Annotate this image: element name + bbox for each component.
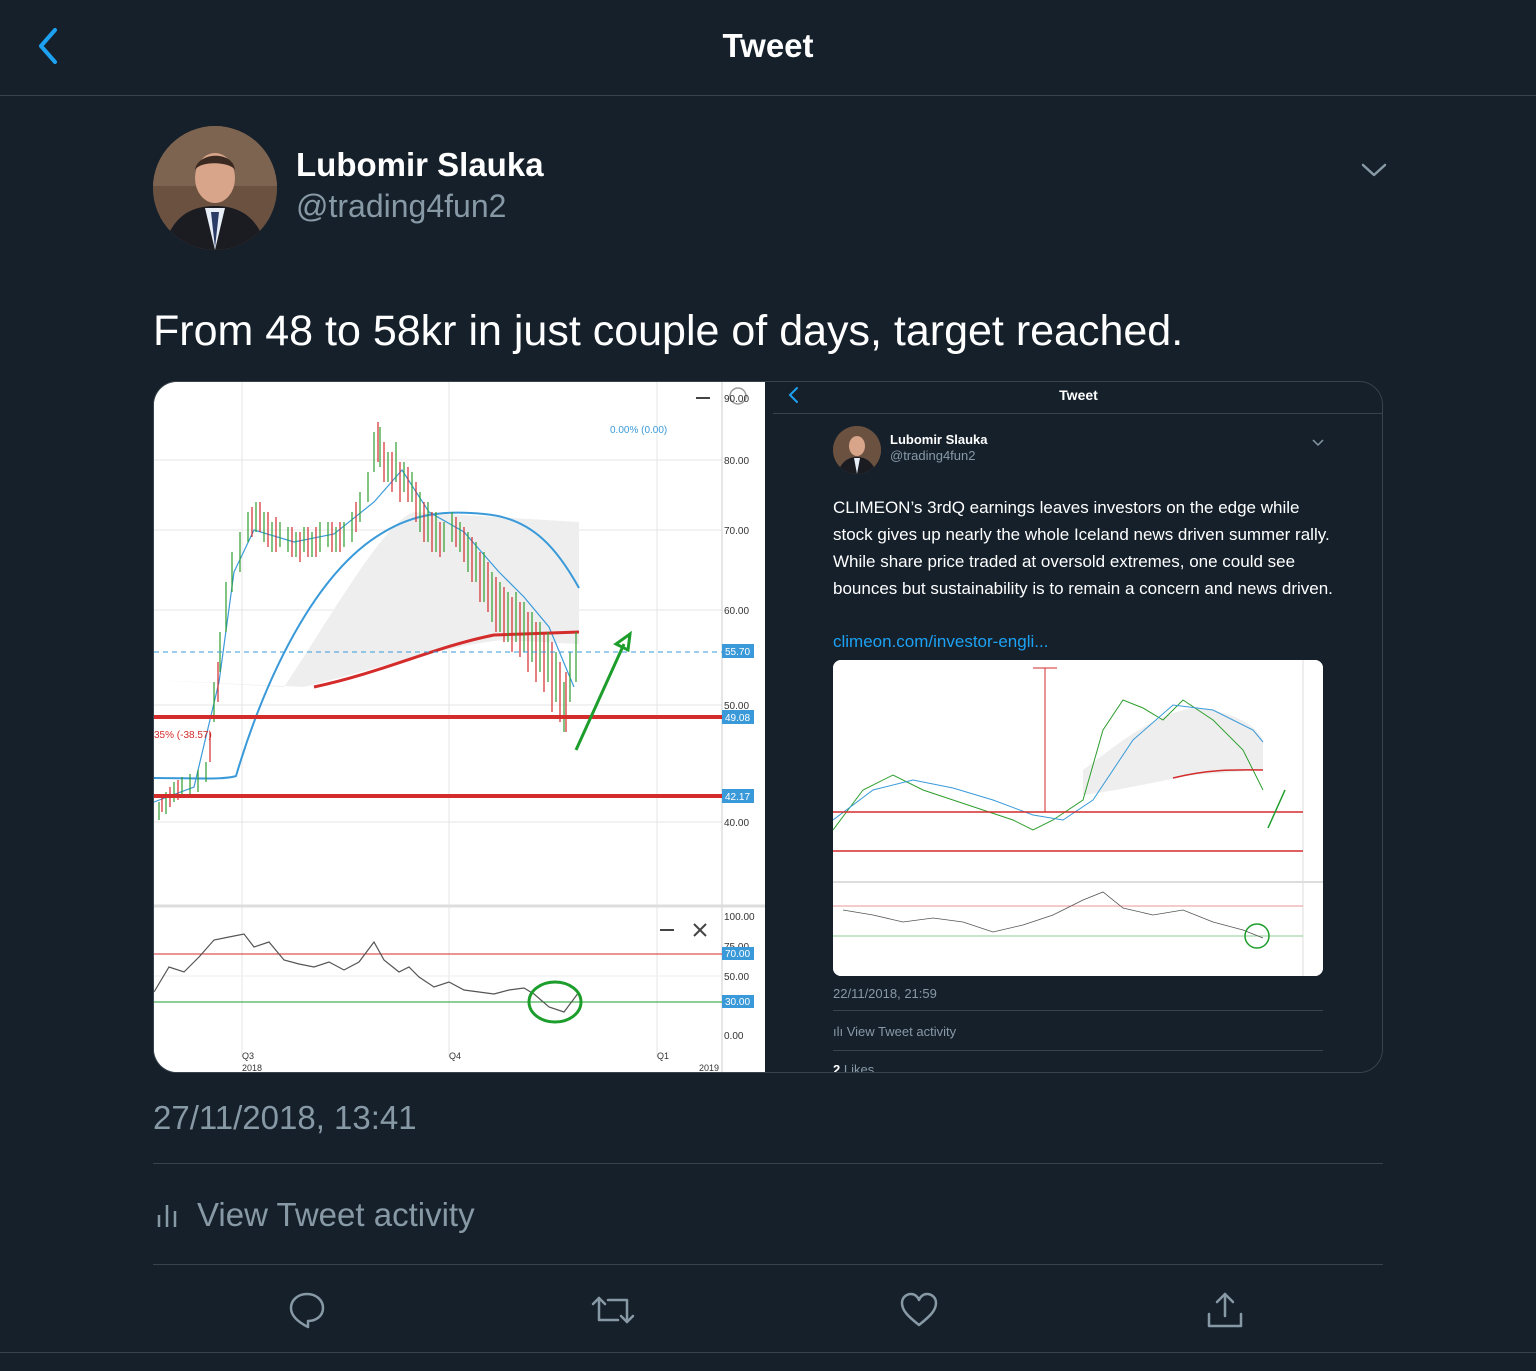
page-title: Tweet <box>722 27 814 64</box>
x-tick: Q1 <box>657 1051 669 1061</box>
nested-date: 22/11/2018, 21:59 <box>833 986 937 1001</box>
rsi-tag: 30.00 <box>725 997 750 1008</box>
bar-chart-icon <box>157 1205 177 1227</box>
price-tag: 55.70 <box>725 647 750 658</box>
chart-top-label: 0.00% (0.00) <box>610 425 667 436</box>
tweet-timestamp: 27/11/2018, 13:41 <box>153 1099 417 1136</box>
activity-label: View Tweet activity <box>197 1196 475 1233</box>
top-bar: Tweet <box>0 0 1536 96</box>
rsi-tick: 50.00 <box>724 972 749 983</box>
share-icon <box>1207 1292 1243 1328</box>
nested-top-bar: Tweet <box>773 382 1382 414</box>
divider <box>153 1264 1383 1265</box>
nested-likes: 2 Likes <box>833 1062 875 1073</box>
nested-activity-label: View Tweet activity <box>846 1024 957 1039</box>
price-tag: 49.08 <box>725 713 750 724</box>
profile-photo <box>153 126 277 250</box>
retweet-button[interactable] <box>583 1280 643 1340</box>
retweet-icon <box>591 1296 635 1324</box>
nested-author-name: Lubomir Slauka <box>890 432 988 447</box>
y-tick: 40.00 <box>724 818 749 829</box>
x-tick: Q4 <box>449 1051 461 1061</box>
nested-divider <box>833 1050 1323 1051</box>
like-button[interactable] <box>889 1280 949 1340</box>
divider <box>153 1163 1383 1164</box>
view-tweet-activity-button[interactable]: View Tweet activity <box>153 1190 475 1240</box>
more-options-button[interactable] <box>1352 150 1396 190</box>
media-image-chart[interactable]: 0.00% (0.00) 35% (-38.57) 90.00 80.00 70… <box>154 382 765 1073</box>
heart-icon <box>900 1292 938 1327</box>
nested-likes-label: Likes <box>843 1062 875 1073</box>
avatar[interactable] <box>153 126 277 250</box>
bar-chart-icon: ılı <box>833 1024 847 1039</box>
author-name[interactable]: Lubomir Slauka <box>296 145 544 185</box>
nested-divider <box>833 1010 1323 1011</box>
x-year: 2019 <box>699 1063 719 1073</box>
nested-link: climeon.com/investor-engli... <box>833 632 1049 651</box>
reply-button[interactable] <box>277 1280 337 1340</box>
tweet-actions <box>153 1280 1383 1340</box>
nested-author-handle: @trading4fun2 <box>890 448 976 463</box>
rsi-tick: 100.00 <box>724 912 755 923</box>
chevron-down-icon <box>1312 439 1324 447</box>
nested-likes-count: 2 <box>833 1062 841 1073</box>
media-image-tweet-screenshot[interactable]: Tweet Lubomir Slauka @trading4fun2 CLIME… <box>773 382 1382 1073</box>
nested-title: Tweet <box>1059 387 1098 403</box>
price-tag: 42.17 <box>725 792 750 803</box>
chart-annotation: 35% (-38.57) <box>154 730 212 741</box>
rsi-tick: 0.00 <box>724 1031 744 1042</box>
nested-tweet-text: CLIMEON’s 3rdQ earnings leaves investors… <box>833 498 1333 598</box>
nested-activity: ılı View Tweet activity <box>833 1024 956 1040</box>
y-tick: 70.00 <box>724 526 749 537</box>
price-chart: 0.00% (0.00) 35% (-38.57) 90.00 80.00 70… <box>154 382 765 1073</box>
chevron-down-icon <box>1361 163 1387 177</box>
tweet-text: From 48 to 58kr in just couple of days, … <box>153 307 1184 355</box>
y-tick: 80.00 <box>724 456 749 467</box>
y-tick: 90.00 <box>724 394 749 405</box>
y-tick: 60.00 <box>724 606 749 617</box>
nested-chart-image <box>833 660 1323 976</box>
author-handle[interactable]: @trading4fun2 <box>296 186 506 226</box>
x-year: 2018 <box>242 1063 262 1073</box>
reply-icon <box>289 1292 325 1329</box>
rsi-tag: 70.00 <box>725 949 750 960</box>
x-tick: Q3 <box>242 1051 254 1061</box>
tweet-media: 0.00% (0.00) 35% (-38.57) 90.00 80.00 70… <box>153 381 1383 1073</box>
share-button[interactable] <box>1195 1280 1255 1340</box>
nested-avatar <box>833 426 881 474</box>
bottom-bar <box>0 1352 1536 1371</box>
